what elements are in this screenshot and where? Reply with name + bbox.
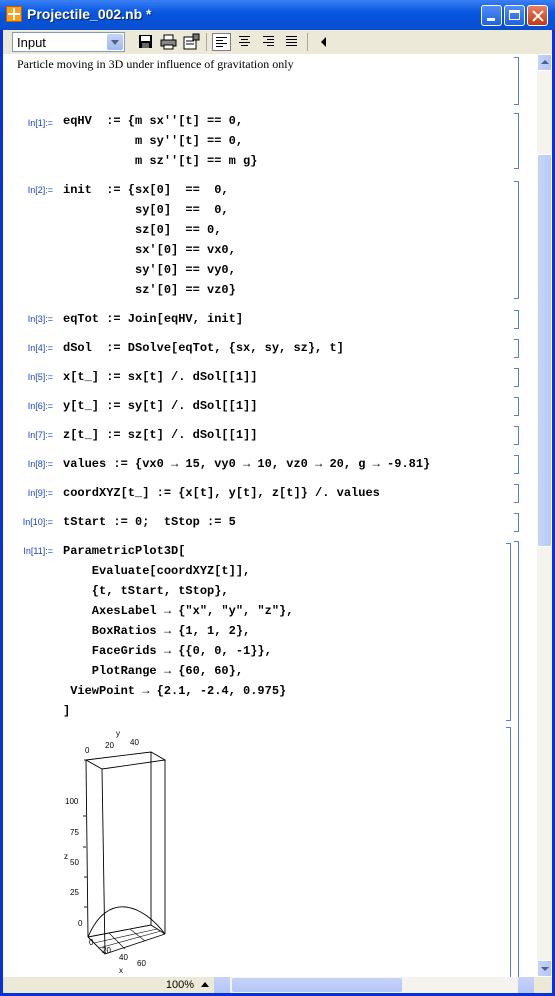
notebook-window: Projectile_002.nb * Input Particle movin…	[0, 0, 555, 996]
cell-bracket[interactable]	[514, 57, 519, 105]
zoom-level[interactable]: 100%	[158, 977, 194, 993]
window-title: Projectile_002.nb *	[27, 6, 152, 22]
input-cell-code[interactable]: coordXYZ[t_] := {x[t], y[t], z[t]} /. va…	[63, 483, 380, 503]
scroll-right-button[interactable]	[518, 977, 534, 993]
save-button[interactable]	[136, 33, 155, 51]
input-label: In[8]:=	[27, 459, 53, 469]
input-label: In[1]:=	[27, 118, 53, 128]
horizontal-scroll-thumb[interactable]	[232, 978, 402, 992]
option-inspector-button[interactable]	[182, 33, 201, 51]
minimize-icon	[487, 18, 495, 21]
text-cell[interactable]: Particle moving in 3D under influence of…	[17, 57, 294, 72]
chevron-down-icon[interactable]	[107, 34, 123, 50]
toolbar: Input	[3, 30, 552, 54]
cell-style-dropdown[interactable]: Input	[12, 32, 125, 52]
scroll-up-button[interactable]	[537, 54, 552, 71]
align-right-button[interactable]	[260, 33, 279, 51]
input-label: In[11]:=	[23, 546, 53, 556]
y-tick-label: 40	[130, 738, 139, 747]
justify-button[interactable]	[283, 33, 302, 51]
align-left-button[interactable]	[212, 33, 231, 51]
input-cell-code[interactable]: tStart := 0; tStop := 5	[63, 512, 236, 532]
input-cell-code[interactable]: values := {vx0 → 15, vy0 → 10, vz0 → 20,…	[63, 454, 430, 474]
vertical-scrollbar[interactable]	[537, 54, 552, 977]
input-label: In[6]:=	[27, 401, 53, 411]
scroll-left-button[interactable]	[214, 977, 230, 993]
y-tick-label: 0	[85, 746, 90, 755]
cell-style-value: Input	[17, 35, 46, 50]
cell-bracket[interactable]	[514, 397, 519, 416]
x-axis-label: x	[119, 966, 123, 975]
parametric-plot-3d[interactable]: y 0 20 40 100 75 z 50 25 0 0 20 40 60 x	[53, 730, 213, 975]
cell-bracket[interactable]	[514, 455, 519, 474]
y-axis-label: y	[116, 730, 120, 738]
input-cell-code[interactable]: init := {sx[0] == 0, sy[0] == 0, sz[0] =…	[63, 180, 236, 300]
input-cell-code[interactable]: z[t_] := sz[t] /. dSol[[1]]	[63, 425, 257, 445]
maximize-button[interactable]	[504, 5, 525, 26]
z-tick-label: 100	[65, 797, 79, 806]
input-cell-code[interactable]: y[t_] := sy[t] /. dSol[[1]]	[63, 396, 257, 416]
toolbar-separator	[307, 33, 308, 51]
x-tick-label: 20	[102, 946, 111, 955]
align-center-button[interactable]	[236, 33, 255, 51]
align-center-icon	[239, 36, 250, 48]
cell-bracket[interactable]	[514, 181, 519, 299]
status-bar: 100%	[3, 977, 552, 993]
horizontal-scrollbar[interactable]	[214, 977, 534, 993]
z-tick-label: 50	[70, 858, 79, 867]
maximize-icon	[509, 10, 520, 20]
y-tick-label: 20	[105, 741, 114, 750]
input-cell-code[interactable]: dSol := DSolve[eqTot, {sx, sy, sz}, t]	[63, 338, 344, 358]
input-label: In[4]:=	[27, 343, 53, 353]
z-axis-label: z	[64, 852, 68, 861]
input-label: In[3]:=	[27, 314, 53, 324]
input-cell-code[interactable]: ParametricPlot3D[ Evaluate[coordXYZ[t]],…	[63, 541, 293, 721]
triangle-left-icon	[321, 37, 326, 47]
cell-bracket[interactable]	[506, 543, 511, 721]
cell-bracket[interactable]	[514, 484, 519, 503]
title-bar[interactable]: Projectile_002.nb *	[0, 0, 555, 30]
cell-bracket[interactable]	[514, 113, 519, 169]
output-bracket[interactable]	[506, 727, 511, 977]
notebook-content[interactable]: Particle moving in 3D under influence of…	[3, 54, 537, 977]
mathematica-icon	[6, 6, 22, 22]
x-tick-label: 0	[89, 938, 94, 947]
scroll-thumb[interactable]	[537, 154, 552, 547]
input-cell-code[interactable]: eqHV := {m sx''[t] == 0, m sy''[t] == 0,…	[63, 111, 257, 171]
trajectory-curve	[87, 906, 166, 938]
save-icon	[139, 35, 152, 48]
inspector-icon	[183, 33, 200, 50]
close-button[interactable]	[527, 5, 548, 26]
cell-bracket[interactable]	[514, 310, 519, 329]
collapse-toolbar-button[interactable]	[314, 33, 333, 51]
input-label: In[2]:=	[27, 185, 53, 195]
input-label: In[10]:=	[22, 517, 53, 527]
printer-icon	[160, 34, 177, 50]
align-left-icon	[216, 37, 227, 49]
input-label: In[9]:=	[27, 488, 53, 498]
scroll-down-button[interactable]	[537, 960, 552, 977]
align-right-icon	[263, 36, 274, 48]
cell-bracket[interactable]	[514, 513, 519, 532]
cell-bracket[interactable]	[514, 339, 519, 358]
print-button[interactable]	[159, 33, 178, 51]
cell-bracket[interactable]	[514, 368, 519, 387]
input-label: In[7]:=	[27, 430, 53, 440]
x-tick-label: 60	[137, 959, 146, 968]
z-tick-label: 0	[78, 919, 83, 928]
z-tick-label: 75	[70, 828, 79, 837]
cell-bracket[interactable]	[514, 426, 519, 445]
group-bracket[interactable]	[514, 541, 519, 977]
toolbar-separator	[206, 33, 207, 51]
x-tick-label: 40	[119, 953, 128, 962]
minimize-button[interactable]	[481, 5, 502, 26]
input-cell-code[interactable]: x[t_] := sx[t] /. dSol[[1]]	[63, 367, 257, 387]
z-tick-label: 25	[70, 888, 79, 897]
input-cell-code[interactable]: eqTot := Join[eqHV, init]	[63, 309, 243, 329]
zoom-up-icon[interactable]	[201, 982, 209, 987]
justify-icon	[286, 36, 297, 48]
input-label: In[5]:=	[27, 372, 53, 382]
